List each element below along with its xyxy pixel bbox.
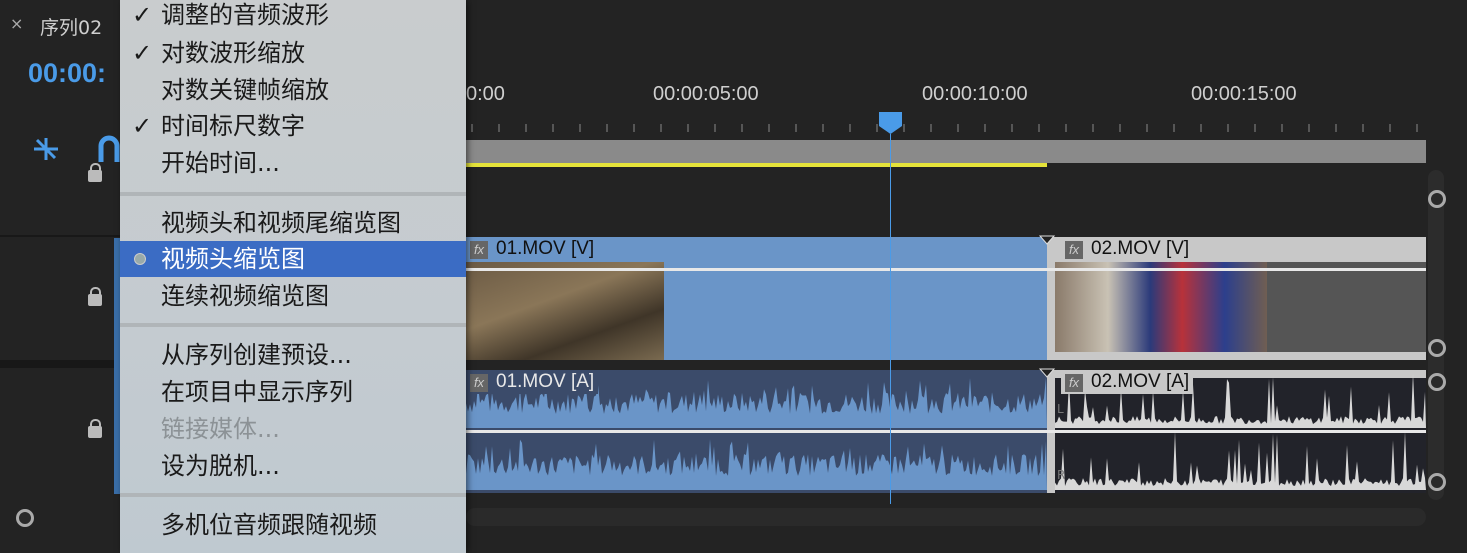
ruler-label: 0:00: [466, 83, 505, 105]
menu-item[interactable]: ✓ 调整的音频波形: [120, 0, 466, 33]
menu-item-label: 对数关键帧缩放: [161, 76, 329, 104]
sequence-tab[interactable]: 序列02: [40, 13, 102, 40]
menu-item[interactable]: 开始时间...: [120, 145, 466, 181]
menu-item-label: 链接媒体...: [161, 415, 280, 443]
ruler-label: 00:00:15:00: [1191, 83, 1297, 105]
clip-label: fx 02.MOV [A]: [1061, 370, 1194, 394]
lock-icon[interactable]: [88, 163, 102, 182]
menu-item[interactable]: 连续视频缩览图: [120, 278, 466, 314]
checkmark-icon: ✓: [132, 1, 153, 29]
menu-item[interactable]: 视频头缩览图: [120, 241, 466, 277]
playhead-line[interactable]: [890, 134, 891, 504]
menu-item[interactable]: 多机位音频跟随视频: [120, 507, 466, 543]
video-clip-01[interactable]: fx 01.MOV [V]: [466, 237, 1047, 360]
timeline-context-menu: ✓ 调整的音频波形 ✓ 对数波形缩放 对数关键帧缩放 ✓ 时间标尺数字 开始时间... 视频头和…: [120, 0, 466, 553]
close-tab-button[interactable]: ×: [10, 14, 23, 33]
video-clip-02[interactable]: fx 02.MOV [V]: [1047, 237, 1426, 360]
horizontal-scrollbar[interactable]: [466, 508, 1426, 526]
menu-item-label: 开始时间...: [161, 149, 280, 177]
menu-item-label: 视频头和视频尾缩览图: [161, 209, 401, 237]
channel-R: R: [1057, 468, 1066, 482]
menu-item: 链接媒体...: [120, 411, 466, 447]
divider: [0, 360, 120, 368]
menu-separator: [120, 323, 466, 327]
menu-item-label: 调整的音频波形: [161, 1, 329, 29]
menu-item-label: 视频头缩览图: [161, 245, 305, 273]
menu-item-label: 连续视频缩览图: [161, 282, 329, 310]
menu-item-label: 在项目中显示序列: [161, 378, 353, 406]
track-header-panel: × 序列02 00:00:: [0, 0, 120, 553]
edit-point-icon: [1039, 368, 1055, 378]
menu-item-label: 时间标尺数字: [161, 112, 305, 140]
clip-label: fx 01.MOV [V]: [466, 237, 599, 261]
menu-item[interactable]: 视频头和视频尾缩览图: [120, 205, 466, 241]
menu-item[interactable]: ✓ 时间标尺数字: [120, 108, 466, 144]
menu-item[interactable]: ✓ 对数波形缩放: [120, 35, 466, 71]
menu-item[interactable]: 在项目中显示序列: [120, 374, 466, 410]
timecode-display[interactable]: 00:00:: [28, 58, 106, 89]
menu-separator: [120, 493, 466, 497]
nest-toggle-icon[interactable]: [32, 136, 60, 162]
playhead-handle[interactable]: [879, 112, 902, 134]
fx-badge: fx: [1065, 241, 1083, 259]
menu-item[interactable]: 对数关键帧缩放: [120, 72, 466, 108]
clip-label: fx 01.MOV [A]: [466, 370, 599, 394]
zoom-scroll-handle[interactable]: [16, 509, 34, 527]
checkmark-icon: ✓: [132, 112, 153, 140]
ruler-label: 00:00:10:00: [922, 83, 1028, 105]
scroll-handle[interactable]: [1428, 190, 1446, 208]
time-ruler[interactable]: [466, 112, 1426, 134]
checkmark-icon: ✓: [132, 39, 153, 67]
work-area-bar[interactable]: [466, 140, 1426, 163]
snap-magnet-icon[interactable]: [98, 134, 120, 162]
menu-item[interactable]: 设为脱机...: [120, 448, 466, 484]
menu-item-label: 多机位音频跟随视频: [161, 511, 377, 539]
vertical-scrollbar[interactable]: [1428, 170, 1444, 500]
scroll-handle[interactable]: [1428, 339, 1446, 357]
menu-item-label: 设为脱机...: [161, 452, 280, 480]
edit-point-icon: [1039, 235, 1055, 245]
ruler-label: 00:00:05:00: [653, 83, 759, 105]
fx-badge: fx: [470, 374, 488, 392]
clip-thumbnail: [466, 262, 664, 360]
menu-item[interactable]: 从序列创建预设...: [120, 337, 466, 373]
render-bar: [466, 163, 1047, 167]
clip-label: fx 02.MOV [V]: [1061, 237, 1194, 261]
fx-badge: fx: [470, 241, 488, 259]
radio-dot-icon: [134, 253, 146, 265]
scroll-handle[interactable]: [1428, 373, 1446, 391]
menu-item-label: 对数波形缩放: [161, 39, 305, 67]
volume-line[interactable]: [466, 430, 1426, 433]
clip-thumbnail: [1055, 262, 1267, 352]
fx-badge: fx: [1065, 374, 1083, 392]
waveform-channel: [466, 439, 1047, 490]
channel-L: L: [1057, 402, 1064, 416]
menu-separator: [120, 192, 466, 196]
timeline: 0:00 00:00:05:00 00:00:10:00 00:00:15:00…: [466, 0, 1467, 553]
waveform-channel: [1055, 431, 1426, 490]
menu-item-label: 从序列创建预设...: [161, 341, 352, 369]
lock-icon[interactable]: [88, 419, 102, 438]
lock-icon[interactable]: [88, 287, 102, 306]
opacity-line[interactable]: [466, 268, 1426, 271]
scroll-handle[interactable]: [1428, 473, 1446, 491]
divider: [0, 235, 120, 237]
